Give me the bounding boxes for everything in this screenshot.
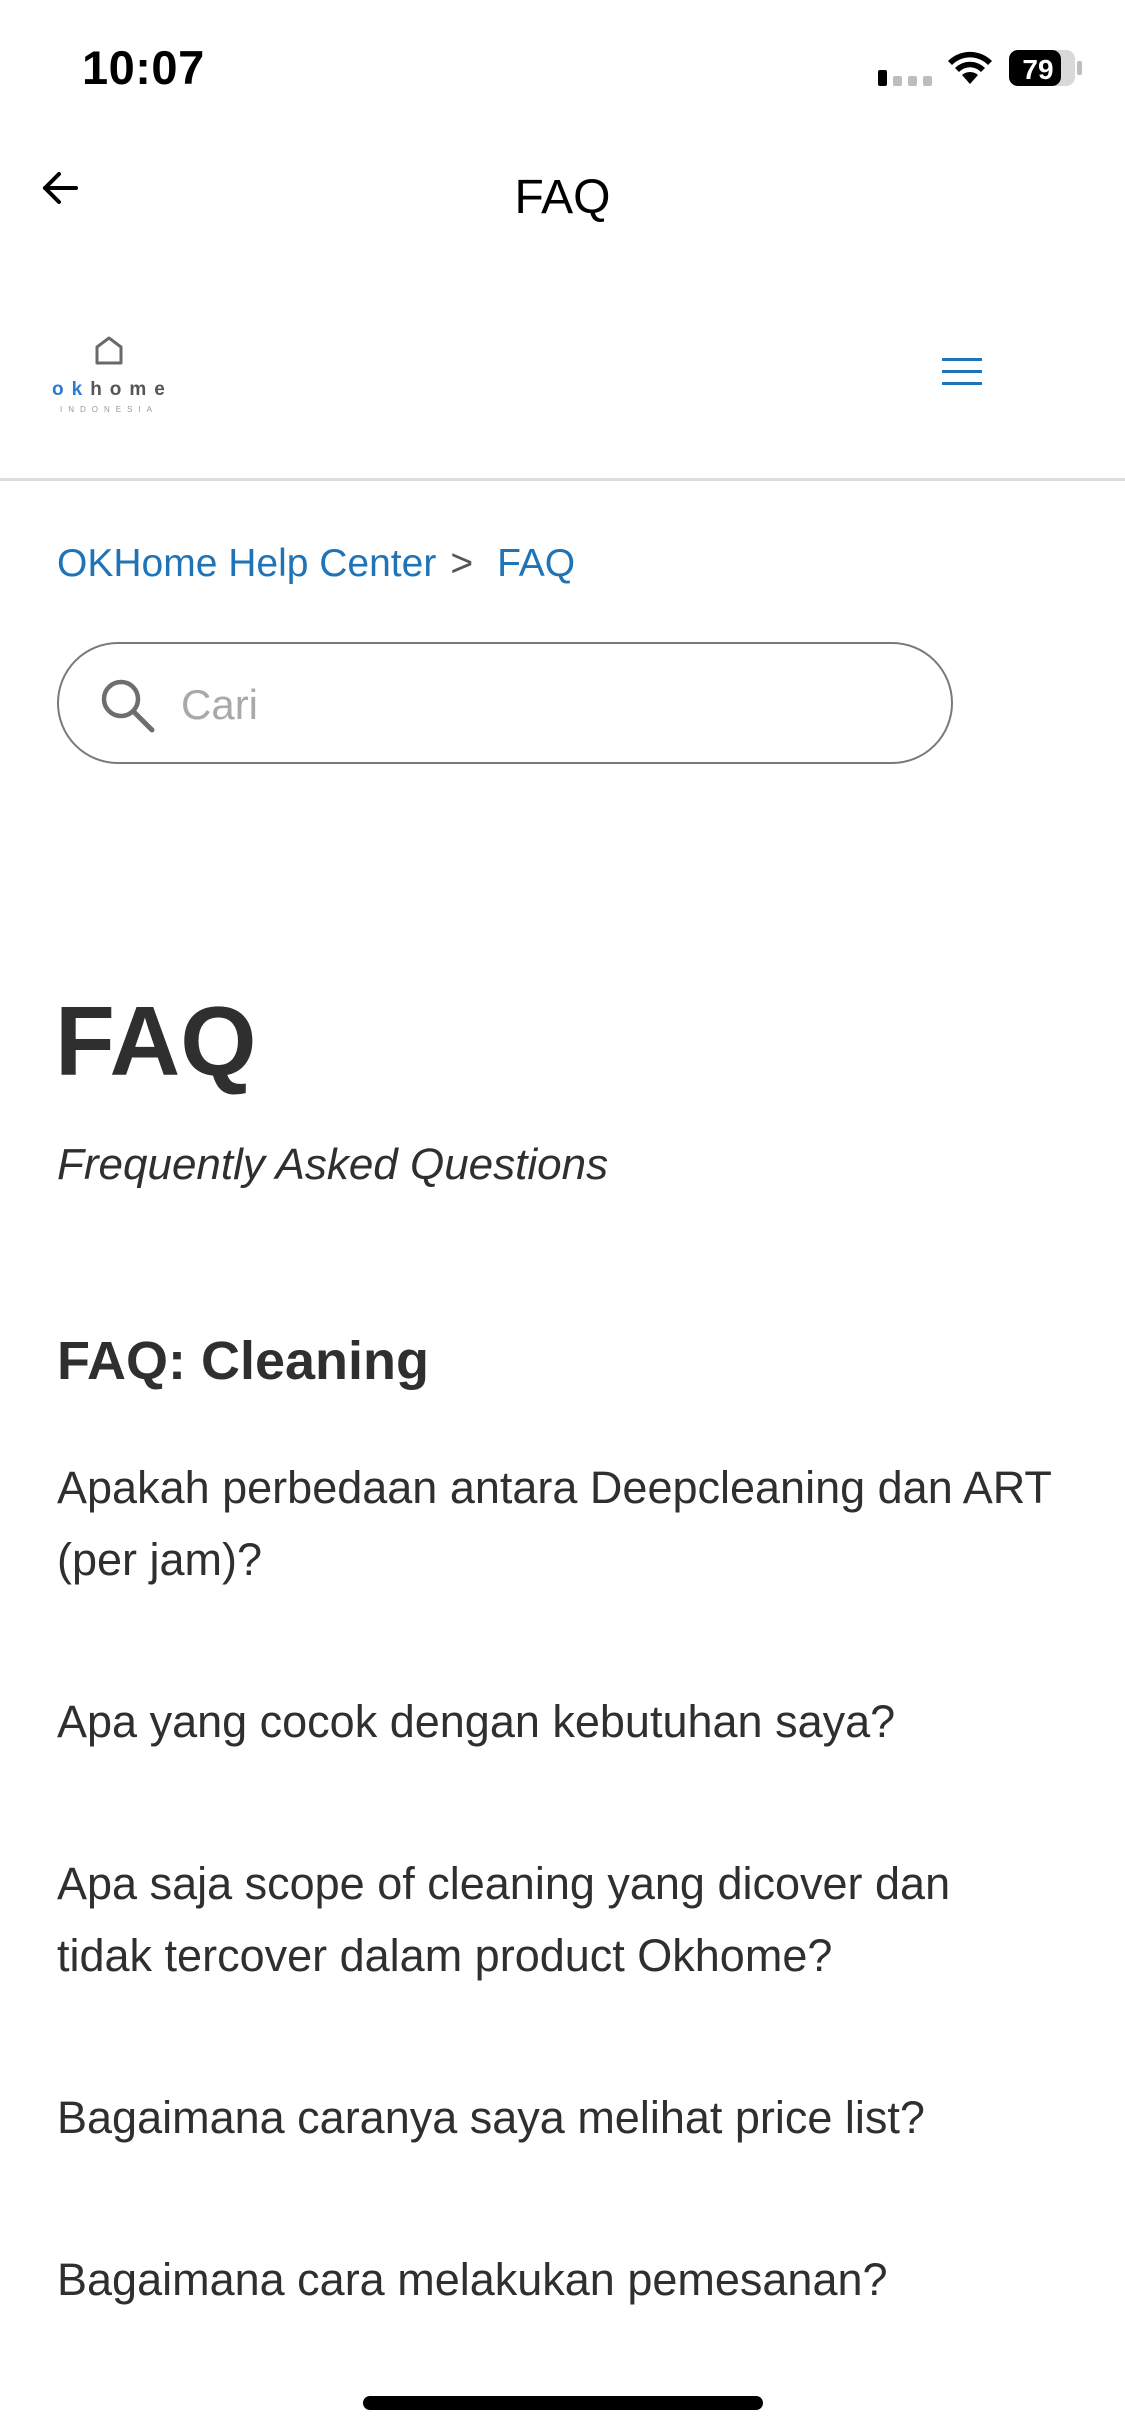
logo-wordmark: okhome — [52, 379, 166, 401]
status-time: 10:07 — [82, 41, 205, 94]
search-icon — [99, 677, 157, 740]
okhome-logo[interactable]: okhome INDONESIA — [52, 335, 166, 421]
battery-icon: 79 — [1008, 48, 1084, 93]
breadcrumb-current-link[interactable]: FAQ — [497, 542, 575, 586]
breadcrumb-home-link[interactable]: OKHome Help Center — [57, 542, 436, 586]
battery-level: 79 — [1022, 54, 1053, 85]
faq-link[interactable]: Apakah perbedaan antara Deepcleaning dan… — [57, 1452, 1057, 1596]
faq-link[interactable]: Apa yang cocok dengan kebutuhan saya? — [57, 1686, 895, 1758]
breadcrumb-separator: > — [450, 542, 474, 585]
logo-text-rest: home — [90, 379, 173, 400]
home-indicator[interactable] — [363, 2396, 763, 2410]
page-subtitle: Frequently Asked Questions — [57, 1140, 609, 1189]
hamburger-menu-icon — [940, 358, 986, 396]
logo-subtext: INDONESIA — [59, 405, 158, 414]
page-title: FAQ — [55, 986, 257, 1096]
faq-link[interactable]: Bagaimana cara melakukan pemesanan? — [57, 2244, 888, 2316]
search-input[interactable] — [179, 674, 923, 736]
faq-link[interactable]: Bagaimana caranya saya melihat price lis… — [57, 2082, 925, 2154]
wifi-icon — [946, 50, 994, 91]
faq-link[interactable]: Apa saja scope of cleaning yang dicover … — [57, 1848, 1057, 1992]
nav-bar: FAQ — [0, 140, 1125, 260]
signal-icon — [878, 70, 934, 91]
search-box[interactable] — [57, 642, 953, 764]
screen: 10:07 79 FAQ okhome INDONESIA OKHome Hel… — [0, 0, 1125, 2436]
nav-title: FAQ — [514, 171, 611, 224]
house-icon — [94, 335, 124, 370]
hamburger-menu-button[interactable] — [940, 352, 986, 392]
breadcrumb: OKHome Help Center > FAQ — [57, 542, 575, 586]
logo-text-ok: ok — [52, 379, 91, 400]
section-heading-cleaning: FAQ: Cleaning — [57, 1331, 430, 1391]
site-header: okhome INDONESIA — [0, 260, 1125, 481]
status-bar: 10:07 79 — [0, 0, 1125, 140]
